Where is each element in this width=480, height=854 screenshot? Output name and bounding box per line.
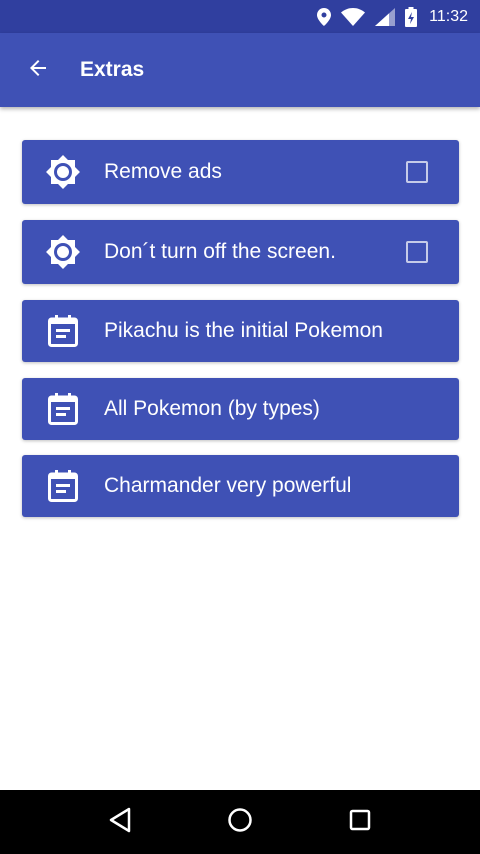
remove-ads-checkbox[interactable]	[406, 161, 428, 183]
wifi-icon	[341, 7, 366, 26]
keep-screen-on-checkbox[interactable]	[406, 241, 428, 263]
brightness-icon	[22, 154, 104, 190]
nav-recents-button[interactable]	[330, 790, 390, 854]
list-item-label: Pikachu is the initial Pokemon	[104, 319, 383, 342]
list-item-pikachu[interactable]: Pikachu is the initial Pokemon	[22, 300, 459, 362]
event-note-icon	[22, 315, 104, 347]
list-item-remove-ads[interactable]: Remove ads	[22, 140, 459, 204]
brightness-icon	[22, 234, 104, 270]
app-bar: Extras	[0, 33, 480, 107]
status-time: 11:32	[429, 7, 468, 25]
list-item-charmander[interactable]: Charmander very powerful	[22, 455, 459, 517]
nav-home-button[interactable]	[210, 790, 270, 854]
status-bar: 11:32	[0, 0, 480, 33]
list-item-label: Charmander very powerful	[104, 474, 352, 497]
list-item-all-pokemon[interactable]: All Pokemon (by types)	[22, 378, 459, 440]
list-item-label: All Pokemon (by types)	[104, 397, 320, 420]
list-item-label: Don´t turn off the screen.	[104, 240, 336, 263]
recents-square-icon	[349, 809, 371, 835]
nav-back-button[interactable]	[90, 790, 150, 854]
event-note-icon	[22, 393, 104, 425]
arrow-back-icon	[26, 56, 50, 84]
event-note-icon	[22, 470, 104, 502]
back-triangle-icon	[108, 807, 132, 837]
list-item-label: Remove ads	[104, 160, 222, 183]
back-button[interactable]	[0, 33, 72, 107]
location-icon	[317, 7, 332, 26]
page-title: Extras	[80, 58, 145, 81]
navigation-bar	[0, 790, 480, 854]
list-item-keep-screen-on[interactable]: Don´t turn off the screen.	[22, 220, 459, 284]
battery-charging-icon	[405, 6, 418, 27]
home-circle-icon	[227, 807, 253, 837]
signal-icon	[375, 7, 396, 26]
